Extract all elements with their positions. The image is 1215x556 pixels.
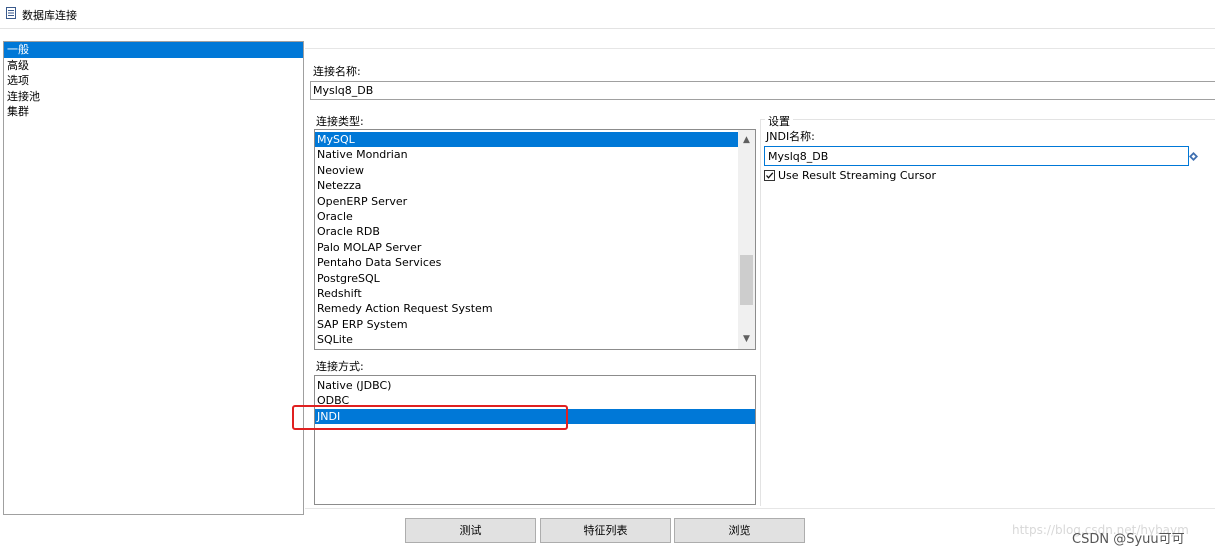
test-button[interactable]: 测试: [405, 518, 536, 543]
jndi-name-label: JNDI名称:: [766, 130, 815, 143]
connection-type-item[interactable]: OpenERP Server: [315, 194, 738, 209]
watermark-author: CSDN @Syuu可可: [1072, 532, 1185, 547]
connection-type-item[interactable]: MySQL: [315, 132, 738, 148]
connection-type-item[interactable]: Neoview: [315, 163, 738, 178]
nav-item-advanced[interactable]: 高级: [4, 58, 303, 74]
connection-type-item[interactable]: Remedy Action Request System: [315, 301, 738, 316]
access-method-list[interactable]: Native (JDBC) ODBC JNDI: [314, 375, 756, 505]
jndi-name-input[interactable]: [764, 146, 1189, 166]
explore-button[interactable]: 浏览: [674, 518, 805, 543]
category-list[interactable]: 一般 高级 选项 连接池 集群: [3, 41, 304, 515]
connection-type-list[interactable]: MySQL Native Mondrian Neoview Netezza OpenER…: [314, 129, 756, 350]
feature-list-button[interactable]: 特征列表: [540, 518, 671, 543]
connection-type-item[interactable]: Oracle: [315, 209, 738, 224]
streaming-cursor-checkbox[interactable]: [764, 170, 775, 181]
database-icon: [6, 7, 16, 19]
nav-item-options[interactable]: 选项: [4, 73, 303, 89]
connection-type-item[interactable]: Palo MOLAP Server: [315, 240, 738, 255]
window-title: 数据库连接: [22, 9, 77, 22]
connection-type-item[interactable]: Oracle RDB: [315, 224, 738, 239]
connection-type-item[interactable]: SQLite: [315, 332, 738, 347]
connection-name-label: 连接名称:: [313, 65, 361, 78]
variable-diamond-icon[interactable]: [1189, 151, 1198, 161]
nav-item-pooling[interactable]: 连接池: [4, 89, 303, 105]
connection-type-item[interactable]: Native Mondrian: [315, 147, 738, 162]
title-bar: [0, 0, 1215, 28]
connection-type-item[interactable]: Pentaho Data Services: [315, 255, 738, 270]
access-method-native-jdbc[interactable]: Native (JDBC): [315, 378, 755, 393]
nav-item-clustering[interactable]: 集群: [4, 104, 303, 120]
scroll-down-icon[interactable]: ▼: [738, 331, 755, 347]
title-divider: [0, 28, 1215, 29]
panel-divider: [305, 48, 1215, 49]
settings-group-label: 设置: [765, 113, 793, 129]
connection-type-item[interactable]: Redshift: [315, 286, 738, 301]
connection-type-item[interactable]: SAP ERP System: [315, 317, 738, 332]
scroll-thumb[interactable]: [740, 255, 753, 305]
connection-name-input[interactable]: [310, 81, 1215, 100]
nav-item-general[interactable]: 一般: [4, 42, 303, 58]
highlight-annotation: [292, 405, 568, 430]
scroll-up-icon[interactable]: ▲: [738, 132, 755, 148]
connection-type-scrollbar[interactable]: ▲ ▼: [738, 130, 755, 349]
access-method-label: 连接方式:: [316, 360, 364, 373]
connection-type-label: 连接类型:: [316, 115, 364, 128]
connection-type-item[interactable]: Netezza: [315, 178, 738, 193]
streaming-cursor-label[interactable]: Use Result Streaming Cursor: [778, 169, 936, 182]
bottom-divider: [305, 508, 1215, 509]
connection-type-item[interactable]: PostgreSQL: [315, 271, 738, 286]
